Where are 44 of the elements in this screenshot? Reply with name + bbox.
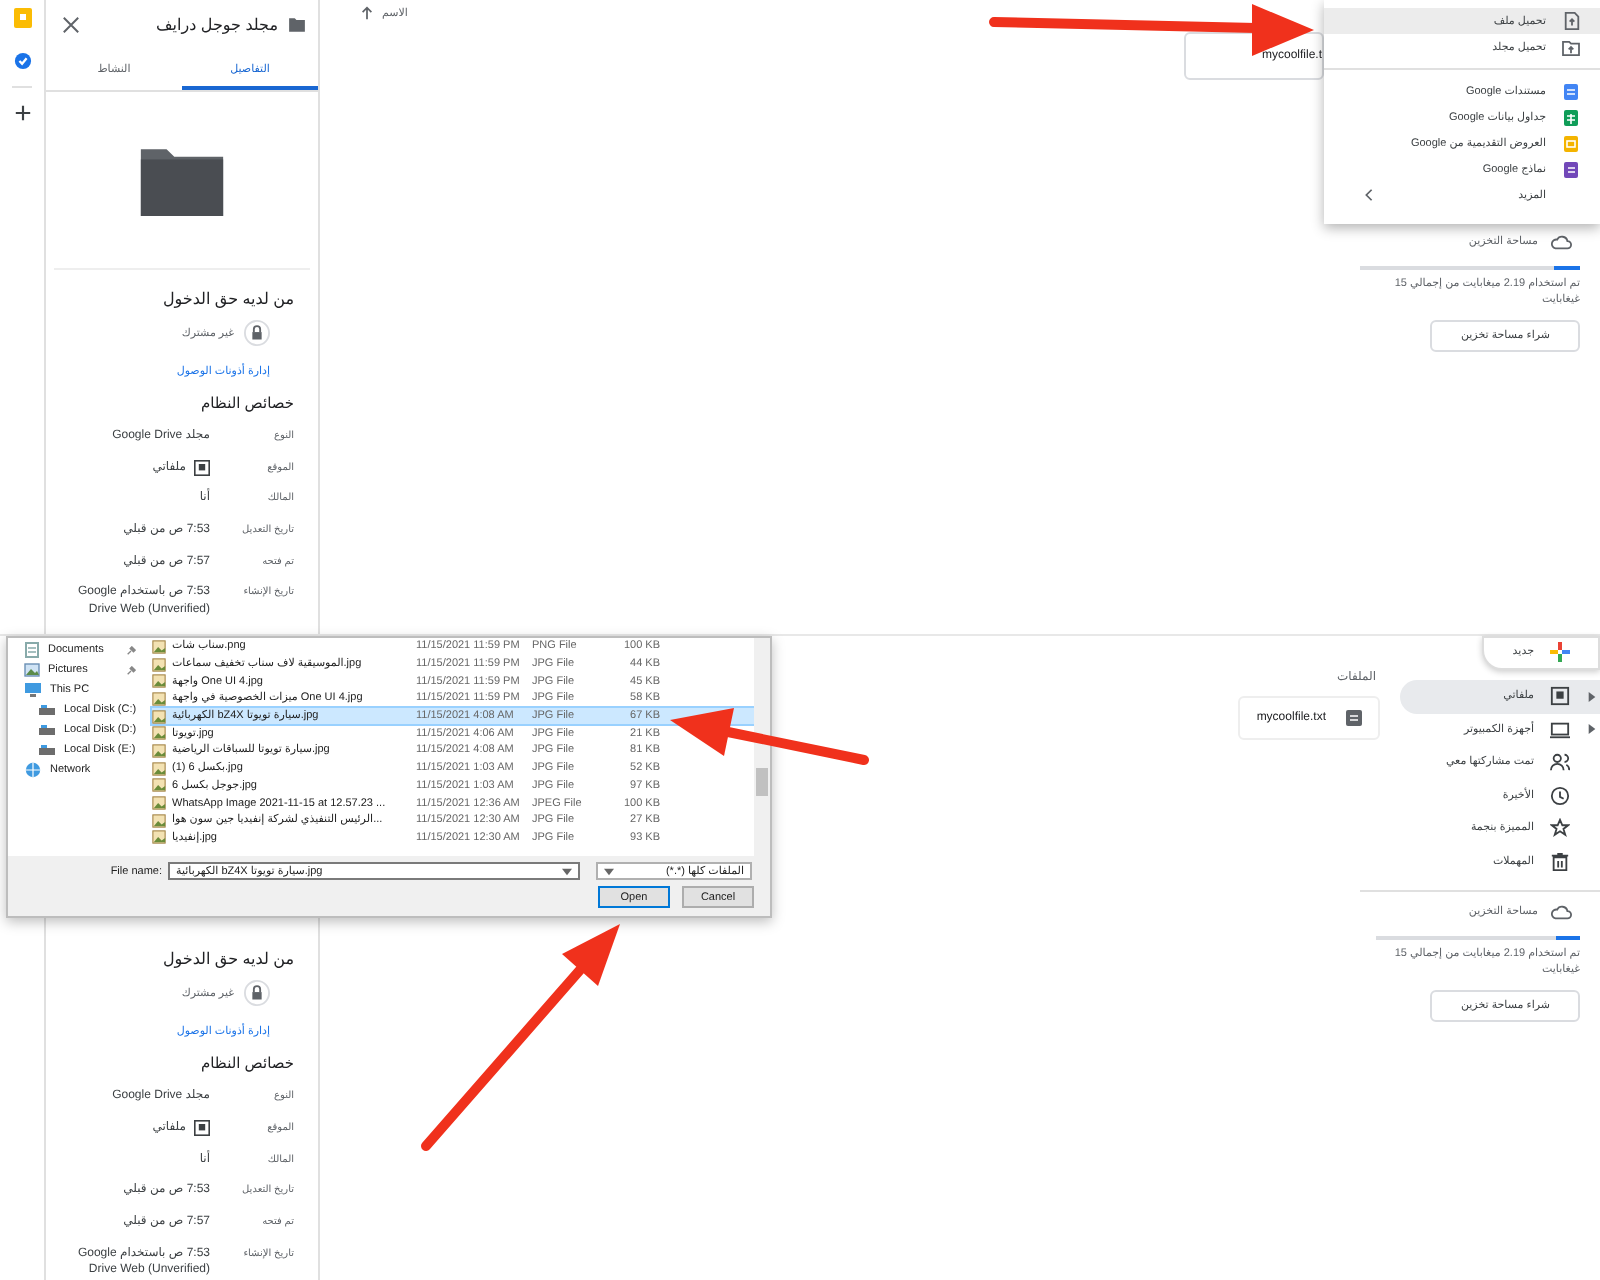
- plus-icon[interactable]: [13, 104, 31, 122]
- drive-icon: [38, 724, 56, 736]
- form-icon: [1564, 161, 1578, 177]
- chevron-left-icon: [1364, 188, 1374, 202]
- caret-down-icon: [604, 867, 614, 875]
- monitor-icon: [24, 682, 42, 698]
- network-icon: [24, 762, 42, 778]
- lock-icon: [244, 980, 270, 1007]
- drive-icon: [38, 704, 56, 716]
- folder-icon: [140, 144, 224, 216]
- section-heading: من لديه حق الدخول: [160, 290, 294, 308]
- image-file-icon: [152, 639, 166, 654]
- file-upload-icon: [1563, 12, 1579, 30]
- check-circle-icon: [13, 52, 31, 70]
- star-icon: [1550, 818, 1570, 839]
- drive-icon: [38, 744, 56, 756]
- note-icon: [13, 8, 31, 28]
- drive-icon: [1550, 686, 1570, 707]
- folder-icon: [288, 15, 306, 33]
- picture-icon: [24, 662, 40, 678]
- trash-icon: [1550, 851, 1570, 872]
- panel-title: مجلد جوجل درايف: [156, 15, 278, 33]
- close-icon[interactable]: [62, 15, 80, 33]
- file-icon: [1346, 710, 1362, 726]
- arrow-up-icon[interactable]: [360, 6, 374, 20]
- spreadsheet-icon: [1564, 109, 1578, 125]
- folder-upload-icon: [1562, 39, 1580, 55]
- presentation-icon: [1564, 135, 1578, 151]
- caret-right-icon[interactable]: [1588, 691, 1596, 702]
- cloud-icon: [1550, 234, 1572, 250]
- people-icon: [1550, 752, 1570, 773]
- caret-right-icon[interactable]: [1588, 724, 1596, 735]
- drive-icon: [194, 1120, 210, 1137]
- plus-icon: [1550, 642, 1570, 662]
- drive-icon: [194, 460, 210, 477]
- cloud-icon: [1550, 904, 1572, 920]
- clock-icon: [1550, 785, 1570, 806]
- document-icon: [24, 642, 40, 658]
- scrollbar[interactable]: [754, 638, 770, 856]
- section-heading: من لديه حق الدخول: [160, 950, 294, 969]
- computer-icon: [1550, 719, 1570, 740]
- caret-down-icon: [562, 867, 572, 875]
- document-icon: [1564, 83, 1578, 99]
- lock-icon: [244, 320, 270, 346]
